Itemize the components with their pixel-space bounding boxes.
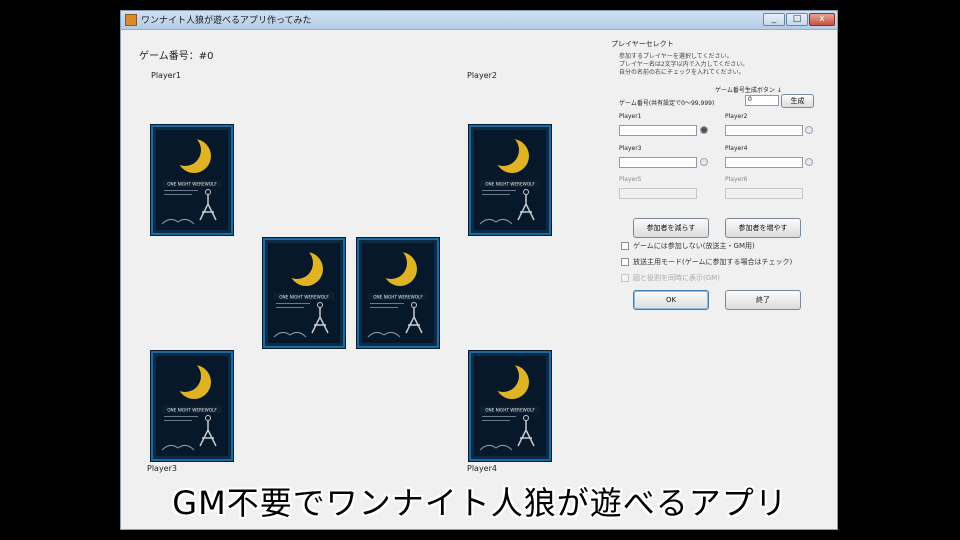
card-art: ONE NIGHT WEREWOLF [156,130,228,230]
exit-button[interactable]: 終了 [725,290,801,310]
player1-label: Player1 [151,71,181,80]
card-art: ONE NIGHT WEREWOLF [474,356,546,456]
player3-card[interactable]: ONE NIGHT WEREWOLF [151,351,233,461]
ok-button[interactable]: OK [633,290,709,310]
generate-button[interactable]: 生成 [781,94,814,108]
player1-card[interactable]: ONE NIGHT WEREWOLF [151,125,233,235]
card-caption: ONE NIGHT WEREWOLF [167,408,217,413]
player1-radio[interactable] [700,126,708,134]
center-card-right[interactable]: ONE NIGHT WEREWOLF [357,238,439,348]
player2-card[interactable]: ONE NIGHT WEREWOLF [469,125,551,235]
app-window: ワンナイト人狼が遊べるアプリ作ってみた _ □ x ゲーム番号：#0 Playe… [120,10,838,530]
card-art: ONE NIGHT WEREWOLF [268,243,340,343]
show-roles-checkbox [621,274,629,282]
card-art: ONE NIGHT WEREWOLF [474,130,546,230]
center-card-left[interactable]: ONE NIGHT WEREWOLF [263,238,345,348]
card-caption: ONE NIGHT WEREWOLF [279,295,329,300]
field-label-player2: Player2 [725,113,748,120]
remove-participant-button[interactable]: 参加者を減らす [633,218,709,238]
player5-name-input[interactable] [619,188,697,199]
player6-name-input[interactable] [725,188,803,199]
player3-name-input[interactable] [619,157,697,168]
player4-radio[interactable] [805,158,813,166]
field-label-player5: Player5 [619,176,642,183]
card-caption: ONE NIGHT WEREWOLF [373,295,423,300]
broadcaster-mode-checkbox[interactable] [621,258,629,266]
close-button[interactable]: x [809,13,835,26]
checkbox-label: 図と役割を同時に表示(GM) [633,274,720,282]
player4-name-input[interactable] [725,157,803,168]
card-caption: ONE NIGHT WEREWOLF [167,182,217,187]
checkbox-label: 放送主用モード(ゲームに参加する場合はチェック) [633,258,793,266]
card-caption: ONE NIGHT WEREWOLF [485,408,535,413]
app-icon [125,14,137,26]
card-art: ONE NIGHT WEREWOLF [362,243,434,343]
game-number-input[interactable]: 0 [745,95,779,106]
card-caption: ONE NIGHT WEREWOLF [485,182,535,187]
game-number-field-label: ゲーム番号(共有設定で0～99,999) [619,100,715,107]
generate-key-label: ゲーム番号生成ボタン ↓ [715,87,782,94]
player2-name-input[interactable] [725,125,803,136]
player2-radio[interactable] [805,126,813,134]
game-number-label: ゲーム番号：#0 [139,51,214,62]
field-label-player1: Player1 [619,113,642,120]
checkbox-label: ゲームには参加しない(放送主・GM用) [633,242,755,250]
player1-name-input[interactable] [619,125,697,136]
card-art: ONE NIGHT WEREWOLF [156,356,228,456]
field-label-player4: Player4 [725,145,748,152]
window-title: ワンナイト人狼が遊べるアプリ作ってみた [141,16,312,26]
instruction-line: 自分の名前の右にチェックを入れてください。 [619,69,745,76]
player3-radio[interactable] [700,158,708,166]
add-participant-button[interactable]: 参加者を増やす [725,218,801,238]
panel-header: プレイヤーセレクト [611,40,674,48]
video-subtitle: GM不要でワンナイト人狼が遊べるアプリ [172,484,788,522]
no-participate-checkbox[interactable] [621,242,629,250]
maximize-button[interactable]: □ [786,13,808,26]
field-label-player3: Player3 [619,145,642,152]
field-label-player6: Player6 [725,176,748,183]
player4-card[interactable]: ONE NIGHT WEREWOLF [469,351,551,461]
player3-label: Player3 [147,464,177,473]
player2-label: Player2 [467,71,497,80]
player4-label: Player4 [467,464,497,473]
title-bar: ワンナイト人狼が遊べるアプリ作ってみた _ □ x [121,11,837,30]
minimize-button[interactable]: _ [763,13,785,26]
